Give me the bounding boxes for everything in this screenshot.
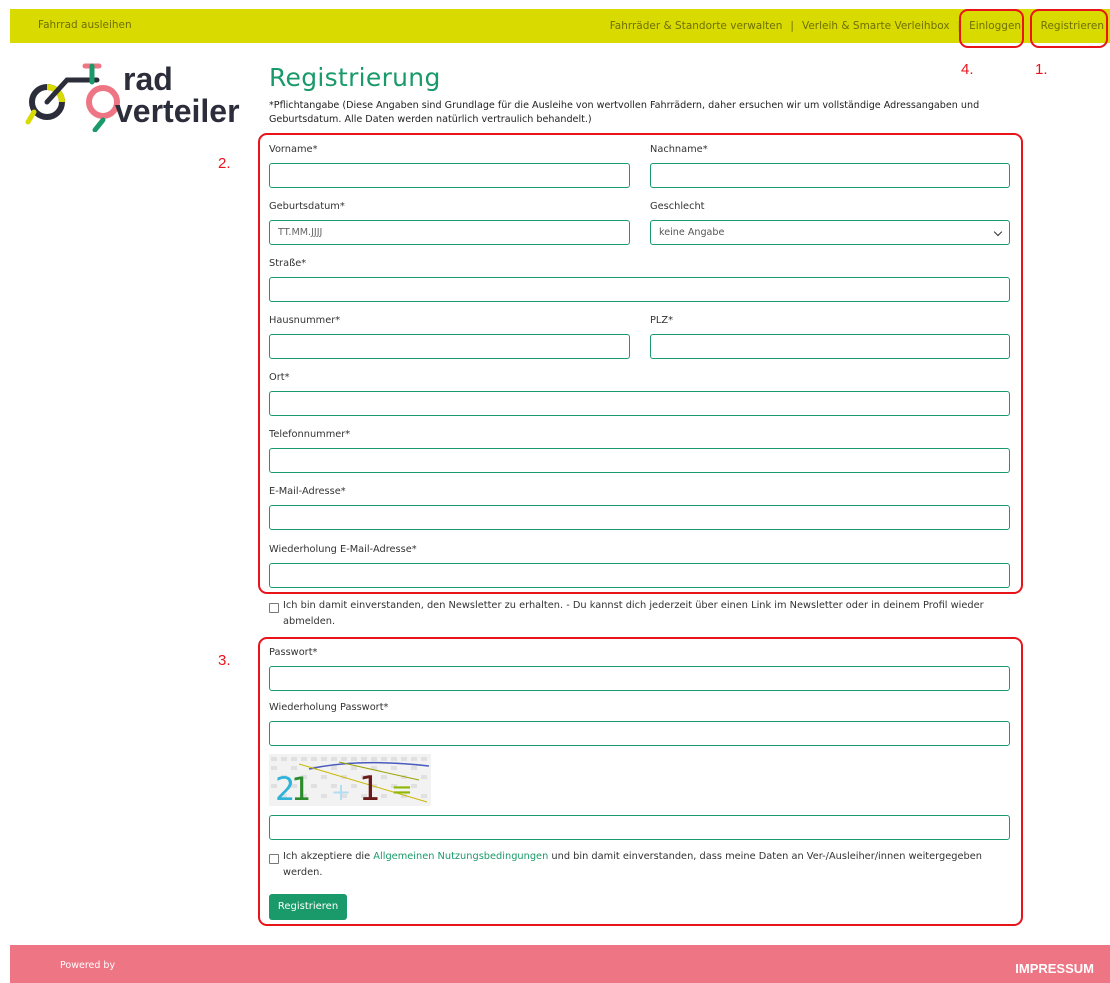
phone-input[interactable] bbox=[269, 448, 1010, 473]
annotation-number-1: 1. bbox=[1035, 61, 1048, 78]
nav-separator: | bbox=[790, 20, 794, 32]
logo-text-verteiler: verteiler bbox=[115, 93, 240, 129]
register-submit-button[interactable]: Registrieren bbox=[269, 894, 347, 920]
city-label: Ort* bbox=[269, 372, 290, 383]
password-input[interactable] bbox=[269, 666, 1010, 691]
radverteiler-logo[interactable]: rad verteiler bbox=[25, 60, 255, 132]
nav-link-manage-bikes[interactable]: Fahrräder & Standorte verwalten bbox=[610, 20, 783, 32]
page-title: Registrierung bbox=[269, 63, 441, 92]
birthdate-input[interactable]: TT.MM.JJJJ bbox=[269, 220, 630, 245]
svg-text:1: 1 bbox=[359, 769, 381, 806]
powered-by-label: Powered by bbox=[60, 960, 116, 971]
email-label: E-Mail-Adresse* bbox=[269, 486, 346, 497]
nav-link-rental-box[interactable]: Verleih & Smarte Verleihbox bbox=[802, 20, 950, 32]
captcha-answer-input[interactable] bbox=[269, 815, 1010, 840]
street-input[interactable] bbox=[269, 277, 1010, 302]
lastname-label: Nachname* bbox=[650, 144, 708, 155]
terms-consent-text: Ich akzeptiere die Allgemeinen Nutzungsb… bbox=[283, 849, 1013, 881]
svg-text:+: + bbox=[331, 778, 351, 806]
gender-select-value: keine Angabe bbox=[659, 227, 725, 238]
password-repeat-input[interactable] bbox=[269, 721, 1010, 746]
logo-text-rad: rad bbox=[123, 61, 173, 97]
intro-text: *Pflichtangabe (Diese Angaben sind Grund… bbox=[269, 100, 980, 125]
svg-text:=: = bbox=[391, 775, 413, 805]
email-repeat-input[interactable] bbox=[269, 563, 1010, 588]
terms-checkbox[interactable] bbox=[269, 854, 279, 864]
annotation-box-login bbox=[959, 9, 1024, 48]
street-label: Straße* bbox=[269, 258, 307, 269]
lastname-input[interactable] bbox=[650, 163, 1010, 188]
newsletter-checkbox[interactable] bbox=[269, 603, 279, 613]
terms-link[interactable]: Allgemeinen Nutzungsbedingungen bbox=[373, 851, 548, 862]
gender-select[interactable]: keine Angabe bbox=[650, 220, 1010, 245]
annotation-number-2: 2. bbox=[218, 155, 231, 172]
birthdate-label: Geburtsdatum* bbox=[269, 201, 345, 212]
city-input[interactable] bbox=[269, 391, 1010, 416]
zip-input[interactable] bbox=[650, 334, 1010, 359]
housenumber-label: Hausnummer* bbox=[269, 315, 341, 326]
top-navigation-bar: Fahrrad ausleihen Fahrräder & Standorte … bbox=[10, 9, 1110, 43]
firstname-label: Vorname* bbox=[269, 144, 318, 155]
footer: Powered by IMPRESSUM bbox=[10, 945, 1110, 983]
nav-link-rent-bike[interactable]: Fahrrad ausleihen bbox=[38, 19, 132, 31]
password-repeat-label: Wiederholung Passwort* bbox=[269, 702, 389, 713]
firstname-input[interactable] bbox=[269, 163, 630, 188]
annotation-box-register bbox=[1030, 9, 1108, 48]
annotation-number-4: 4. bbox=[961, 61, 974, 78]
email-repeat-label: Wiederholung E-Mail-Adresse* bbox=[269, 544, 417, 555]
impressum-link[interactable]: IMPRESSUM bbox=[1015, 961, 1094, 976]
newsletter-consent-text: Ich bin damit einverstanden, den Newslet… bbox=[283, 600, 984, 627]
terms-prefix: Ich akzeptiere die bbox=[283, 851, 374, 862]
captcha-image: 2 1 + 1 = bbox=[269, 754, 431, 806]
phone-label: Telefonnummer* bbox=[269, 429, 351, 440]
captcha-graphic: 2 1 + 1 = bbox=[269, 754, 431, 806]
email-input[interactable] bbox=[269, 505, 1010, 530]
gender-label: Geschlecht bbox=[650, 201, 705, 212]
svg-text:1: 1 bbox=[291, 770, 311, 806]
annotation-number-3: 3. bbox=[218, 652, 231, 669]
housenumber-input[interactable] bbox=[269, 334, 630, 359]
zip-label: PLZ* bbox=[650, 315, 673, 326]
password-label: Passwort* bbox=[269, 647, 318, 658]
